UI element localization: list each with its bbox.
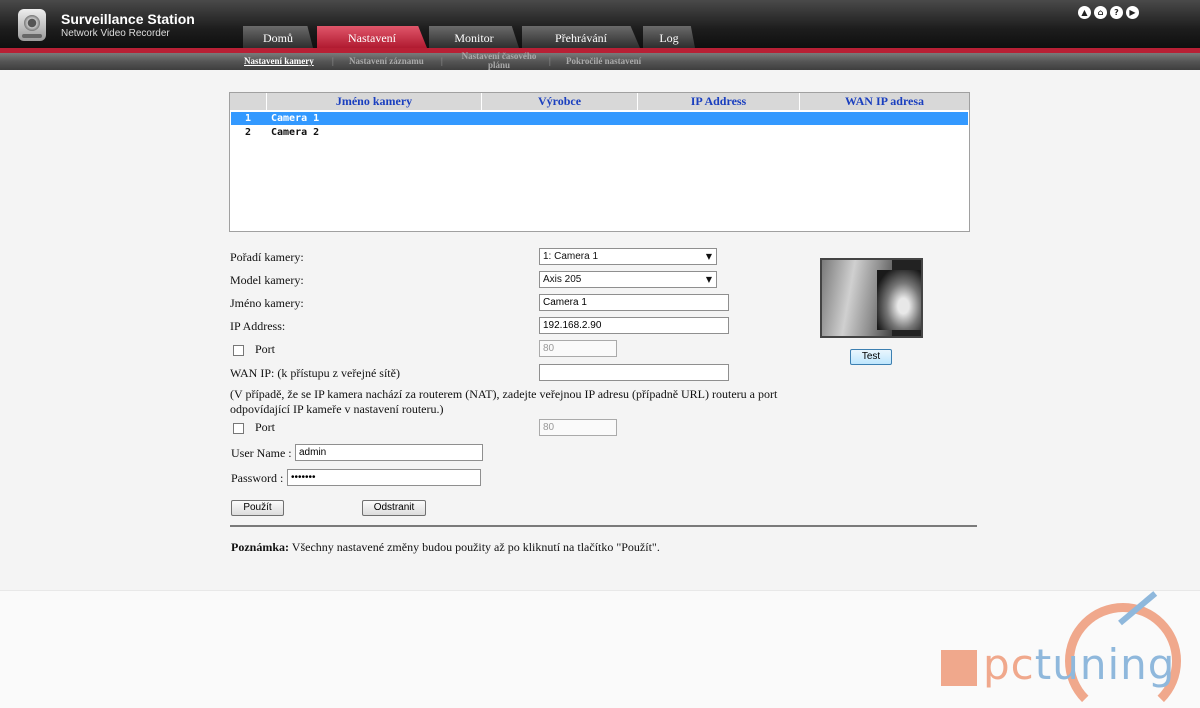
camera-order-value: 1: Camera 1 <box>543 251 599 262</box>
camera-logo-icon <box>18 9 46 41</box>
camera-order-select[interactable]: 1: Camera 1 ▼ <box>539 248 717 265</box>
note: Poznámka: Všechny nastavené změny budou … <box>231 540 660 555</box>
row-camera-name: Camera 2 <box>271 127 320 138</box>
test-button[interactable]: Test <box>850 349 892 365</box>
column-header-manufacturer[interactable]: Výrobce <box>481 93 637 110</box>
chevron-down-icon: ▼ <box>705 275 712 284</box>
camera-name-input[interactable]: Camera 1 <box>539 294 729 311</box>
column-header-index <box>230 93 266 110</box>
table-row[interactable]: 2 Camera 2 <box>231 126 968 139</box>
note-text: Všechny nastavené změny budou použity až… <box>289 540 660 554</box>
remove-button[interactable]: Odstranit <box>362 500 426 516</box>
wan-ip-input[interactable] <box>539 364 729 381</box>
note-label: Poznámka: <box>231 540 289 554</box>
row-camera-name: Camera 1 <box>271 113 320 124</box>
app-title: Surveillance Station <box>61 11 195 27</box>
port-checkbox[interactable] <box>233 345 244 356</box>
watermark-square-icon <box>941 650 977 686</box>
table-row[interactable]: 1 Camera 1 <box>231 112 968 125</box>
column-header-wan-ip[interactable]: WAN IP adresa <box>799 93 969 110</box>
column-header-camera-name[interactable]: Jméno kamery <box>266 93 481 110</box>
up-arrow-icon[interactable]: ▲ <box>1078 6 1091 19</box>
ip-address-label: IP Address: <box>230 319 286 333</box>
row-number: 2 <box>245 127 252 138</box>
top-icon-bar: ▲ ⌂ ? ▶ <box>1078 6 1139 19</box>
wan-ip-label: WAN IP: (k přístupu z veřejné sítě) <box>230 366 400 380</box>
wan-note-line-1: (V případě, že se IP kamera nachází za r… <box>230 387 778 401</box>
watermark-text-pc: pc <box>983 640 1035 689</box>
app-subtitle: Network Video Recorder <box>61 28 170 39</box>
camera-list-table: Jméno kamery Výrobce IP Address WAN IP a… <box>229 92 970 232</box>
wan-port-checkbox[interactable] <box>233 423 244 434</box>
sub-navigation: Nastavení kamery | Nastavení záznamu | N… <box>0 52 1200 70</box>
wan-note-line-2: odpovídající IP kameře v nastavení route… <box>230 402 444 416</box>
help-icon[interactable]: ? <box>1110 6 1123 19</box>
tab-settings[interactable]: Nastavení <box>317 26 427 48</box>
app-header: Surveillance Station Network Video Recor… <box>0 0 1200 48</box>
apply-button[interactable]: Použít <box>231 500 284 516</box>
logout-icon[interactable]: ▶ <box>1126 6 1139 19</box>
table-header: Jméno kamery Výrobce IP Address WAN IP a… <box>230 93 969 110</box>
subnav-camera-settings[interactable]: Nastavení kamery <box>244 56 314 66</box>
tab-playback[interactable]: Přehrávání <box>522 26 640 48</box>
password-label: Password : <box>231 471 284 485</box>
camera-order-label: Pořadí kamery: <box>230 250 304 264</box>
username-input[interactable]: admin <box>295 444 483 461</box>
ip-address-input[interactable]: 192.168.2.90 <box>539 317 729 334</box>
watermark-text-tuning: tuning <box>1034 640 1176 689</box>
row-number: 1 <box>245 113 252 124</box>
subnav-separator: | <box>549 56 551 66</box>
subnav-schedule-settings[interactable]: Nastavení časového plánu <box>452 52 546 70</box>
preview-corridor <box>877 270 921 330</box>
camera-model-label: Model kamery: <box>230 273 304 287</box>
subnav-separator: | <box>332 56 334 66</box>
subnav-recording-settings[interactable]: Nastavení záznamu <box>349 56 424 66</box>
camera-name-label: Jméno kamery: <box>230 296 304 310</box>
port-label: Port <box>255 342 276 356</box>
password-input[interactable]: ••••••• <box>287 469 481 486</box>
divider <box>230 525 977 527</box>
subnav-separator: | <box>441 56 443 66</box>
tab-monitor[interactable]: Monitor <box>429 26 519 48</box>
camera-model-select[interactable]: Axis 205 ▼ <box>539 271 717 288</box>
tab-log[interactable]: Log <box>643 26 695 48</box>
column-header-ip-address[interactable]: IP Address <box>637 93 799 110</box>
camera-preview-image <box>820 258 923 338</box>
username-label: User Name : <box>231 446 292 460</box>
camera-model-value: Axis 205 <box>543 274 582 285</box>
chevron-down-icon: ▼ <box>705 252 712 261</box>
wan-port-label: Port <box>255 420 276 434</box>
tab-home[interactable]: Domů <box>243 26 313 48</box>
home-icon[interactable]: ⌂ <box>1094 6 1107 19</box>
port-input[interactable]: 80 <box>539 340 617 357</box>
wan-port-input[interactable]: 80 <box>539 419 617 436</box>
watermark-logo: pctuning <box>983 640 1175 689</box>
subnav-advanced-settings[interactable]: Pokročilé nastavení <box>566 56 641 66</box>
